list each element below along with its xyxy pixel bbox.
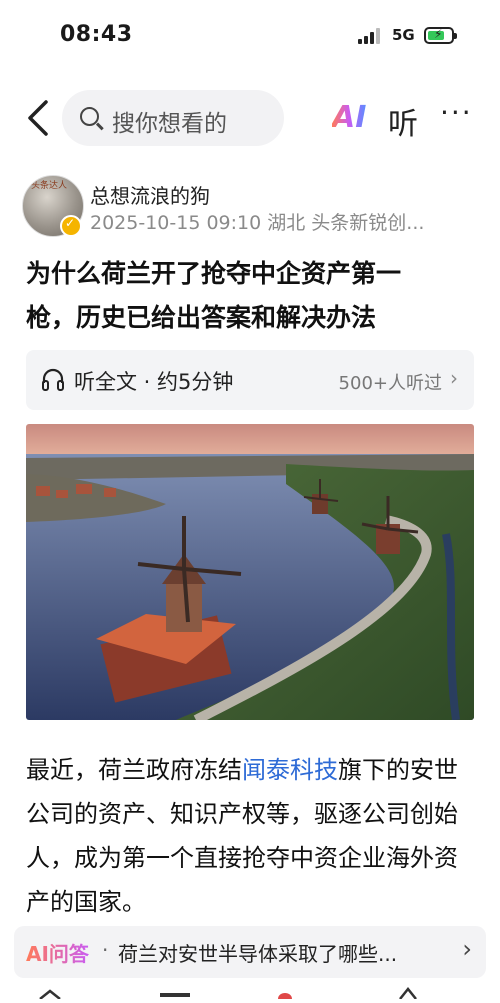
article-title-line-2: 枪，历史已给出答案和解决办法 — [26, 303, 377, 332]
status-time: 08:43 — [60, 22, 133, 47]
ai-question-bar[interactable]: AI问答 · 荷兰对安世半导体采取了哪些... › — [14, 926, 486, 978]
ai-qa-label: AI问答 — [26, 938, 89, 967]
article-image[interactable] — [26, 424, 474, 720]
headphones-icon — [42, 368, 64, 391]
network-type: 5G — [392, 26, 415, 44]
article-title: 为什么荷兰开了抢夺中企资产第一 枪，历史已给出答案和解决办法 — [26, 252, 476, 340]
author-name[interactable]: 总想流浪的狗 — [90, 180, 210, 209]
bottom-toolbar — [0, 984, 500, 1000]
cellular-signal-icon — [358, 28, 384, 44]
chevron-right-icon: › — [450, 366, 458, 390]
search-icon — [80, 107, 99, 126]
listen-full-article-bar[interactable]: 听全文 · 约5分钟 500+人听过 › — [26, 350, 474, 410]
body-text-before-link: 最近，荷兰政府冻结 — [26, 756, 242, 784]
listen-button[interactable]: 听 — [388, 99, 418, 143]
separator-dot: · — [102, 938, 109, 962]
search-input[interactable]: 搜你想看的 — [62, 90, 284, 146]
search-placeholder: 搜你想看的 — [112, 111, 227, 137]
bottom-toolbar-icons — [39, 986, 417, 1000]
windmill-landscape-image — [26, 424, 474, 720]
company-link[interactable]: 闻泰科技 — [242, 756, 338, 784]
verified-badge-icon — [60, 215, 82, 237]
listen-duration-label: 听全文 · 约5分钟 — [74, 370, 234, 394]
article-title-line-1: 为什么荷兰开了抢夺中企资产第一 — [26, 259, 402, 288]
ai-question-text: 荷兰对安世半导体采取了哪些... — [118, 942, 398, 966]
post-meta: 2025-10-15 09:10 湖北 头条新锐创... — [90, 212, 425, 234]
back-button[interactable] — [18, 96, 62, 140]
avatar-stamp: 头条达人 — [31, 181, 68, 191]
more-icon[interactable]: ··· — [440, 96, 473, 129]
back-chevron-icon — [28, 100, 48, 136]
ai-button[interactable]: AI — [332, 100, 366, 135]
article-body-paragraph: 最近，荷兰政府冻结闻泰科技旗下的安世公司的资产、知识产权等，驱逐公司创始人，成为… — [26, 748, 474, 924]
listen-count: 500+人听过 — [338, 373, 442, 394]
chevron-right-icon: › — [462, 935, 472, 963]
battery-icon: ⚡ — [424, 27, 457, 44]
